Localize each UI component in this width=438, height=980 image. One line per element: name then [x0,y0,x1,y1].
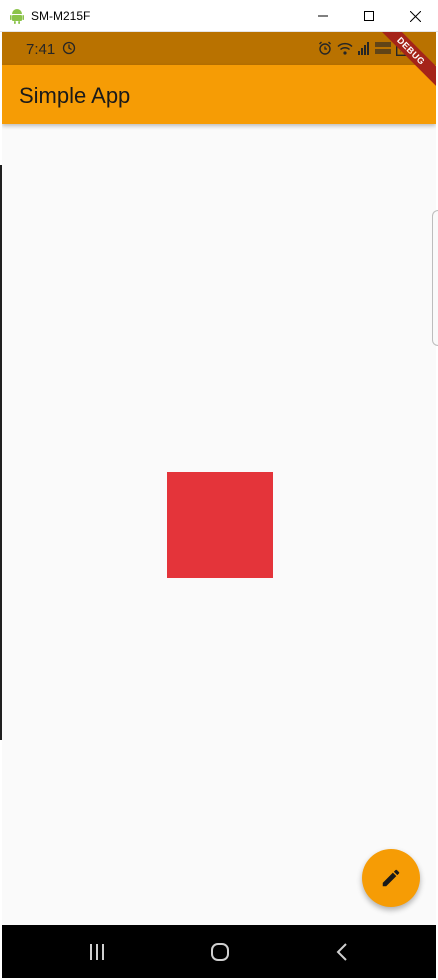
back-button[interactable] [302,925,382,978]
wifi-icon [337,42,353,55]
close-icon [409,10,421,22]
maximize-icon [364,11,374,21]
status-icons [318,40,406,56]
app-bar: Simple App [2,65,436,124]
edit-fab-button[interactable] [362,849,420,907]
android-icon [10,9,24,24]
signal-icon [358,42,369,55]
home-icon [211,942,229,961]
status-time: 7:41 [26,41,56,58]
emulator-title-bar: SM-M215F [0,0,438,32]
nav-bar [2,925,436,978]
minimize-icon [318,15,328,17]
phone-screen: 7:41 Simple App DEBUG [2,32,436,978]
back-icon [336,942,347,961]
recents-button[interactable] [57,925,137,978]
red-square [167,472,273,578]
sync-icon [62,41,76,55]
maximize-button[interactable] [346,0,392,32]
battery-icon [396,40,406,56]
minimize-button[interactable] [300,0,346,32]
window-title: SM-M215F [31,9,91,23]
alarm-icon [319,41,331,55]
recents-icon [90,943,104,960]
edit-icon [382,869,400,887]
home-button[interactable] [180,925,260,978]
lte-icon [375,42,391,54]
app-title: Simple App [19,83,131,108]
close-button[interactable] [392,0,438,32]
emulator-side-handle[interactable] [432,210,438,346]
status-bar: 7:41 [2,32,436,65]
